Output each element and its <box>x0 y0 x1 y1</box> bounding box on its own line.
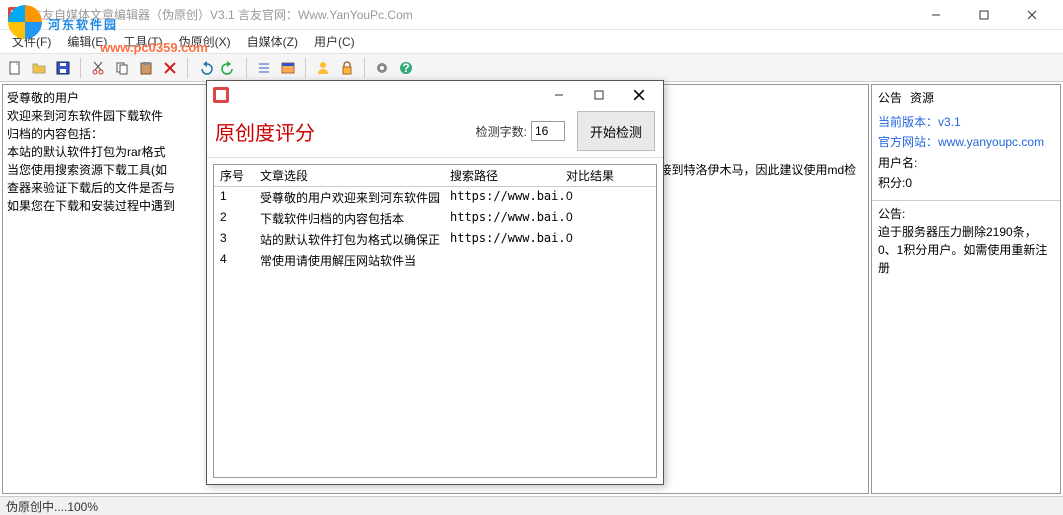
notice-title: 公告: <box>878 205 1054 223</box>
points-value: 0 <box>905 176 912 190</box>
menu-tool[interactable]: 工具(T) <box>117 31 168 52</box>
minimize-button[interactable] <box>913 1 959 29</box>
status-text: 伪原创中....100% <box>6 498 98 515</box>
new-doc-icon[interactable] <box>4 57 26 79</box>
site-label: 官方网站： <box>878 135 938 149</box>
menu-pseudo[interactable]: 伪原创(X) <box>173 31 237 52</box>
col-segment: 文章选段 <box>260 167 450 184</box>
notice-body: 迫于服务器压力删除2190条，0、1积分用户。如需使用重新注册 <box>878 223 1054 277</box>
menu-media[interactable]: 自媒体(Z) <box>241 31 304 52</box>
undo-icon[interactable] <box>194 57 216 79</box>
save-icon[interactable] <box>52 57 74 79</box>
table-row[interactable]: 1 受尊敬的用户欢迎来到河东软件园 https://www.bai... 0 <box>214 187 656 208</box>
svg-text:?: ? <box>402 61 409 75</box>
count-input[interactable] <box>531 121 565 141</box>
col-path: 搜索路径 <box>450 167 566 184</box>
gear-icon[interactable] <box>371 57 393 79</box>
dialog-heading: 原创度评分 <box>215 117 476 146</box>
help-icon[interactable]: ? <box>395 57 417 79</box>
table-row[interactable]: 2 下载软件归档的内容包括本 https://www.bai... 0 <box>214 208 656 229</box>
paste-icon[interactable] <box>135 57 157 79</box>
menu-edit[interactable]: 编辑(E) <box>61 31 113 52</box>
menu-file[interactable]: 文件(F) <box>6 31 57 52</box>
title-bar: 言友自媒体文章编辑器（伪原创）V3.1 言友官网：Www.YanYouPc.Co… <box>0 0 1063 30</box>
maximize-button[interactable] <box>961 1 1007 29</box>
col-index: 序号 <box>220 167 260 184</box>
version-label: 当前版本： <box>878 115 938 129</box>
open-icon[interactable] <box>28 57 50 79</box>
dialog-app-icon <box>213 87 229 103</box>
count-label: 检测字数: <box>476 123 527 140</box>
user-icon[interactable] <box>312 57 334 79</box>
window-title: 言友自媒体文章编辑器（伪原创）V3.1 言友官网：Www.YanYouPc.Co… <box>30 6 913 23</box>
dialog-maximize-button[interactable] <box>579 83 619 107</box>
username-label: 用户名: <box>878 156 917 170</box>
list-icon[interactable] <box>253 57 275 79</box>
version-value: v3.1 <box>938 115 961 129</box>
status-bar: 伪原创中....100% <box>0 496 1063 515</box>
delete-icon[interactable] <box>159 57 181 79</box>
col-result: 对比结果 <box>566 167 650 184</box>
menu-user[interactable]: 用户(C) <box>308 31 361 52</box>
dialog-minimize-button[interactable] <box>539 83 579 107</box>
dialog-close-button[interactable] <box>619 83 659 107</box>
window-icon[interactable] <box>277 57 299 79</box>
menu-bar: 文件(F) 编辑(E) 工具(T) 伪原创(X) 自媒体(Z) 用户(C) <box>0 30 1063 54</box>
table-row[interactable]: 3 站的默认软件打包为格式以确保正 https://www.bai... 0 <box>214 229 656 250</box>
toolbar: ? <box>0 54 1063 82</box>
table-row[interactable]: 4 常使用请使用解压网站软件当 <box>214 250 656 271</box>
result-table: 序号 文章选段 搜索路径 对比结果 1 受尊敬的用户欢迎来到河东软件园 http… <box>213 164 657 478</box>
redo-icon[interactable] <box>218 57 240 79</box>
side-tab-resource[interactable]: 资源 <box>910 89 934 106</box>
app-icon <box>8 7 24 23</box>
site-link[interactable]: www.yanyoupc.com <box>938 135 1044 149</box>
close-button[interactable] <box>1009 1 1055 29</box>
start-detect-button[interactable]: 开始检测 <box>577 111 655 151</box>
copy-icon[interactable] <box>111 57 133 79</box>
cut-icon[interactable] <box>87 57 109 79</box>
side-tab-notice[interactable]: 公告 <box>878 89 902 106</box>
points-label: 积分: <box>878 176 905 190</box>
side-panel: 公告 资源 当前版本：v3.1 官方网站：www.yanyoupc.com 用户… <box>871 84 1061 494</box>
lock-icon[interactable] <box>336 57 358 79</box>
originality-dialog: 原创度评分 检测字数: 开始检测 序号 文章选段 搜索路径 对比结果 1 受尊敬… <box>206 80 664 485</box>
